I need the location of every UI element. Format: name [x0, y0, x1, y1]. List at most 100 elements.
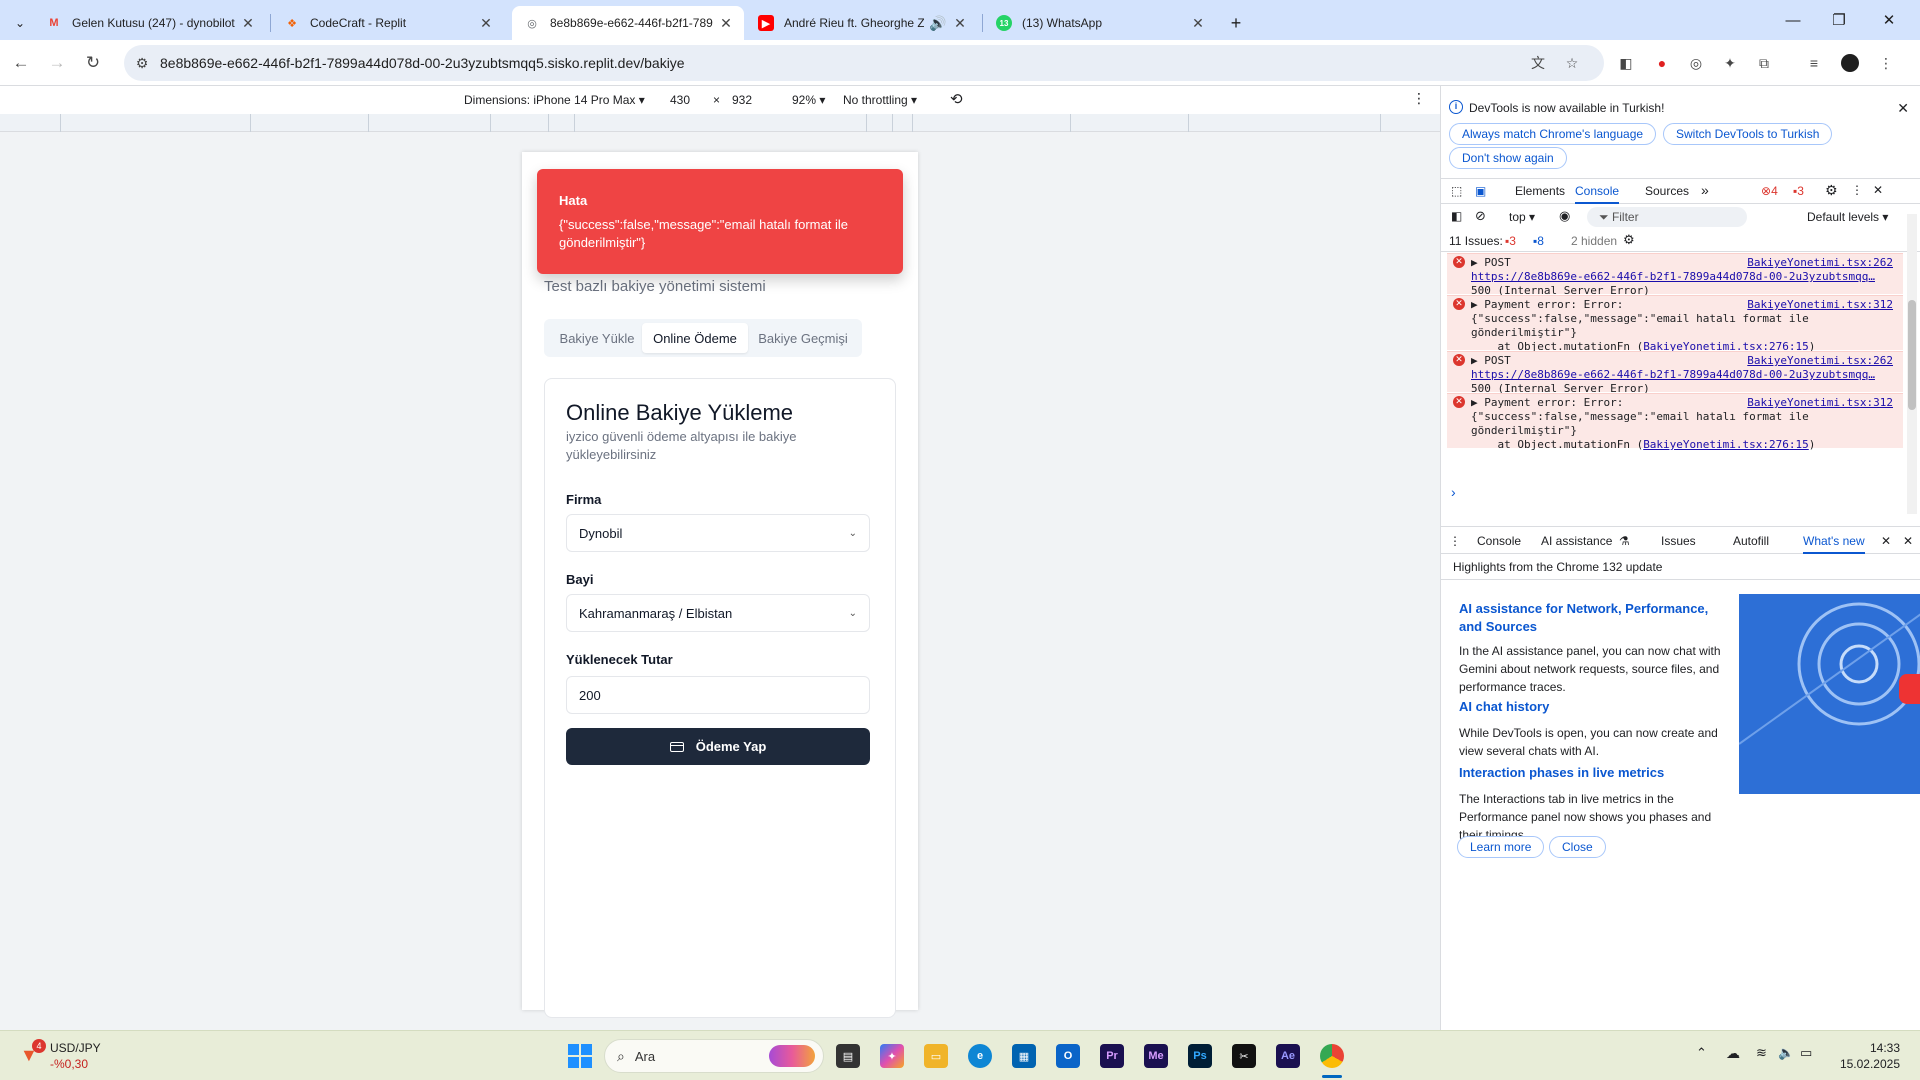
translate-icon[interactable]: 文 [1528, 53, 1548, 73]
close-button[interactable]: Close [1549, 836, 1606, 858]
switch-turkish-button[interactable]: Switch DevTools to Turkish [1663, 123, 1833, 145]
drawer-tab-whats-new[interactable]: What's new [1803, 534, 1865, 554]
eye-icon[interactable]: ◉ [1559, 208, 1570, 224]
wifi-icon[interactable]: ≋ [1756, 1045, 1767, 1061]
close-icon[interactable]: ✕ [240, 15, 256, 32]
device-select[interactable]: Dimensions: iPhone 14 Pro Max ▾ [464, 93, 645, 107]
issues-info-badge[interactable]: ▪ 8 [1533, 234, 1544, 248]
tab-console[interactable]: Console [1575, 184, 1620, 204]
weather-widget-icon[interactable]: ▼ 4 [20, 1039, 46, 1065]
log-levels-select[interactable]: Default levels ▾ [1807, 210, 1888, 224]
console-message-error[interactable]: ✕ ▶ Payment error: Error: BakiyeYonetimi… [1447, 295, 1903, 353]
tab-online-odeme[interactable]: Online Ödeme [642, 323, 748, 353]
device-width-input[interactable]: 430 [670, 93, 690, 107]
drawer-tab-ai-assistance[interactable]: AI assistance [1541, 534, 1612, 548]
task-view-icon[interactable]: ▤ [836, 1044, 860, 1068]
clock-date[interactable]: 15.02.2025 [1830, 1057, 1900, 1071]
whats-new-heading[interactable]: AI chat history [1459, 698, 1729, 716]
console-prompt[interactable]: › [1451, 484, 1456, 500]
console-message-error[interactable]: ✕ ▶ Payment error: Error: BakiyeYonetimi… [1447, 393, 1903, 451]
error-toast[interactable]: Hata {"success":false,"message":"email h… [537, 169, 903, 274]
match-language-button[interactable]: Always match Chrome's language [1449, 123, 1657, 145]
tutar-input[interactable]: 200 [566, 676, 870, 714]
extension-icon[interactable]: ◧ [1616, 53, 1636, 73]
outlook-icon[interactable]: O [1056, 1044, 1080, 1068]
error-count-badge[interactable]: ⊗ 4 [1761, 184, 1778, 198]
device-height-input[interactable]: 932 [732, 93, 752, 107]
context-select[interactable]: top ▾ [1509, 210, 1535, 224]
tab-replit[interactable]: ❖ CodeCraft - Replit ✕ [272, 6, 504, 40]
close-drawer-icon[interactable]: ✕ [1903, 534, 1913, 548]
source-link[interactable]: BakiyeYonetimi.tsx:262 [1747, 354, 1893, 368]
tab-gmail[interactable]: M Gelen Kutusu (247) - dynobilot ✕ [34, 6, 266, 40]
tab-active-bakiye[interactable]: ◎ 8e8b869e-e662-446f-b2f1-789 ✕ [512, 6, 744, 40]
firma-select[interactable]: Dynobil ⌄ [566, 514, 870, 552]
settings-gear-icon[interactable]: ⚙ [1623, 232, 1635, 248]
chevron-up-icon[interactable]: ⌃ [1696, 1045, 1707, 1061]
tab-bakiye-yukle[interactable]: Bakiye Yükle [548, 323, 646, 353]
windows-start-icon[interactable] [568, 1044, 592, 1068]
tab-sources[interactable]: Sources [1645, 184, 1689, 198]
console-filter-input[interactable]: ⏷ Filter [1587, 207, 1747, 227]
console-scrollbar[interactable] [1907, 214, 1917, 514]
pay-button[interactable]: Ödeme Yap [566, 728, 870, 765]
more-options-icon[interactable]: ⋮ [1851, 183, 1863, 197]
tab-elements[interactable]: Elements [1515, 184, 1565, 198]
speaker-icon[interactable]: 🔊 [924, 15, 952, 32]
address-bar[interactable]: ⚙ 8e8b869e-e662-446f-b2f1-7899a44d078d-0… [124, 45, 1604, 81]
more-options-icon[interactable]: ⋮ [1412, 90, 1426, 107]
clear-console-icon[interactable]: ⊘ [1475, 208, 1486, 224]
media-control-icon[interactable]: ≡ [1804, 53, 1824, 73]
stack-link[interactable]: BakiyeYonetimi.tsx:276:15 [1643, 438, 1809, 451]
profile-avatar[interactable] [1841, 54, 1859, 72]
extension-icon[interactable]: ✦ [1720, 53, 1740, 73]
onedrive-icon[interactable]: ☁ [1726, 1045, 1740, 1062]
drawer-tab-console[interactable]: Console [1477, 534, 1521, 548]
premiere-icon[interactable]: Pr [1100, 1044, 1124, 1068]
request-url-link[interactable]: https://8e8b869e-e662-446f-b2f1-7899a44d… [1471, 270, 1903, 284]
bookmark-star-icon[interactable]: ☆ [1562, 53, 1582, 73]
drawer-tab-issues[interactable]: Issues [1661, 534, 1696, 548]
site-info-icon[interactable]: ⚙ [124, 55, 160, 72]
volume-icon[interactable]: 🔈 [1778, 1045, 1794, 1061]
console-message-post[interactable]: ✕ ▶ POST BakiyeYonetimi.tsx:262 https://… [1447, 253, 1903, 297]
request-url-link[interactable]: https://8e8b869e-e662-446f-b2f1-7899a44d… [1471, 368, 1903, 382]
tab-search-button[interactable]: ⌄ [8, 6, 32, 40]
tab-whatsapp[interactable]: 13 (13) WhatsApp ✕ [984, 6, 1216, 40]
close-tab-icon[interactable]: ✕ [1881, 534, 1891, 548]
tab-bakiye-gecmisi[interactable]: Bakiye Geçmişi [748, 323, 858, 353]
close-icon[interactable]: ✕ [1190, 15, 1206, 32]
close-icon[interactable]: ✕ [952, 15, 968, 32]
source-link[interactable]: BakiyeYonetimi.tsx:312 [1747, 396, 1893, 410]
widget-title[interactable]: USD/JPY [50, 1041, 101, 1055]
learn-more-button[interactable]: Learn more [1457, 836, 1545, 858]
settings-gear-icon[interactable]: ⚙ [1825, 182, 1838, 199]
file-explorer-icon[interactable]: ▭ [924, 1044, 948, 1068]
forward-button[interactable]: → [42, 48, 72, 78]
restore-button[interactable]: ❐ [1816, 0, 1862, 40]
more-tabs-button[interactable]: » [1701, 182, 1709, 198]
whats-new-heading[interactable]: Interaction phases in live metrics [1459, 764, 1729, 782]
tab-youtube[interactable]: ▶ André Rieu ft. Gheorghe Za 🔊 ✕ [746, 6, 978, 40]
copilot-icon[interactable]: ✦ [880, 1044, 904, 1068]
source-link[interactable]: BakiyeYonetimi.tsx:312 [1747, 298, 1893, 312]
rotate-icon[interactable]: ⟲ [950, 90, 963, 108]
source-link[interactable]: BakiyeYonetimi.tsx:262 [1747, 256, 1893, 270]
close-icon[interactable]: ✕ [718, 15, 734, 32]
puzzle-icon[interactable]: ⧉ [1754, 53, 1774, 73]
close-icon[interactable]: ✕ [1897, 100, 1909, 117]
inspect-icon[interactable]: ⬚ [1451, 184, 1462, 198]
chrome-icon[interactable] [1320, 1044, 1344, 1068]
throttle-select[interactable]: No throttling ▾ [843, 93, 917, 107]
reload-button[interactable]: ↻ [78, 48, 108, 78]
bayi-select[interactable]: Kahramanmaraş / Elbistan ⌄ [566, 594, 870, 632]
window-close-button[interactable]: ✕ [1866, 0, 1912, 40]
media-encoder-icon[interactable]: Me [1144, 1044, 1168, 1068]
dont-show-again-button[interactable]: Don't show again [1449, 147, 1567, 169]
capcut-icon[interactable]: ✂ [1232, 1044, 1256, 1068]
after-effects-icon[interactable]: Ae [1276, 1044, 1300, 1068]
close-icon[interactable]: ✕ [478, 15, 494, 32]
edge-icon[interactable]: e [968, 1044, 992, 1068]
menu-kebab-icon[interactable]: ⋮ [1876, 53, 1896, 73]
back-button[interactable]: ← [6, 48, 36, 78]
